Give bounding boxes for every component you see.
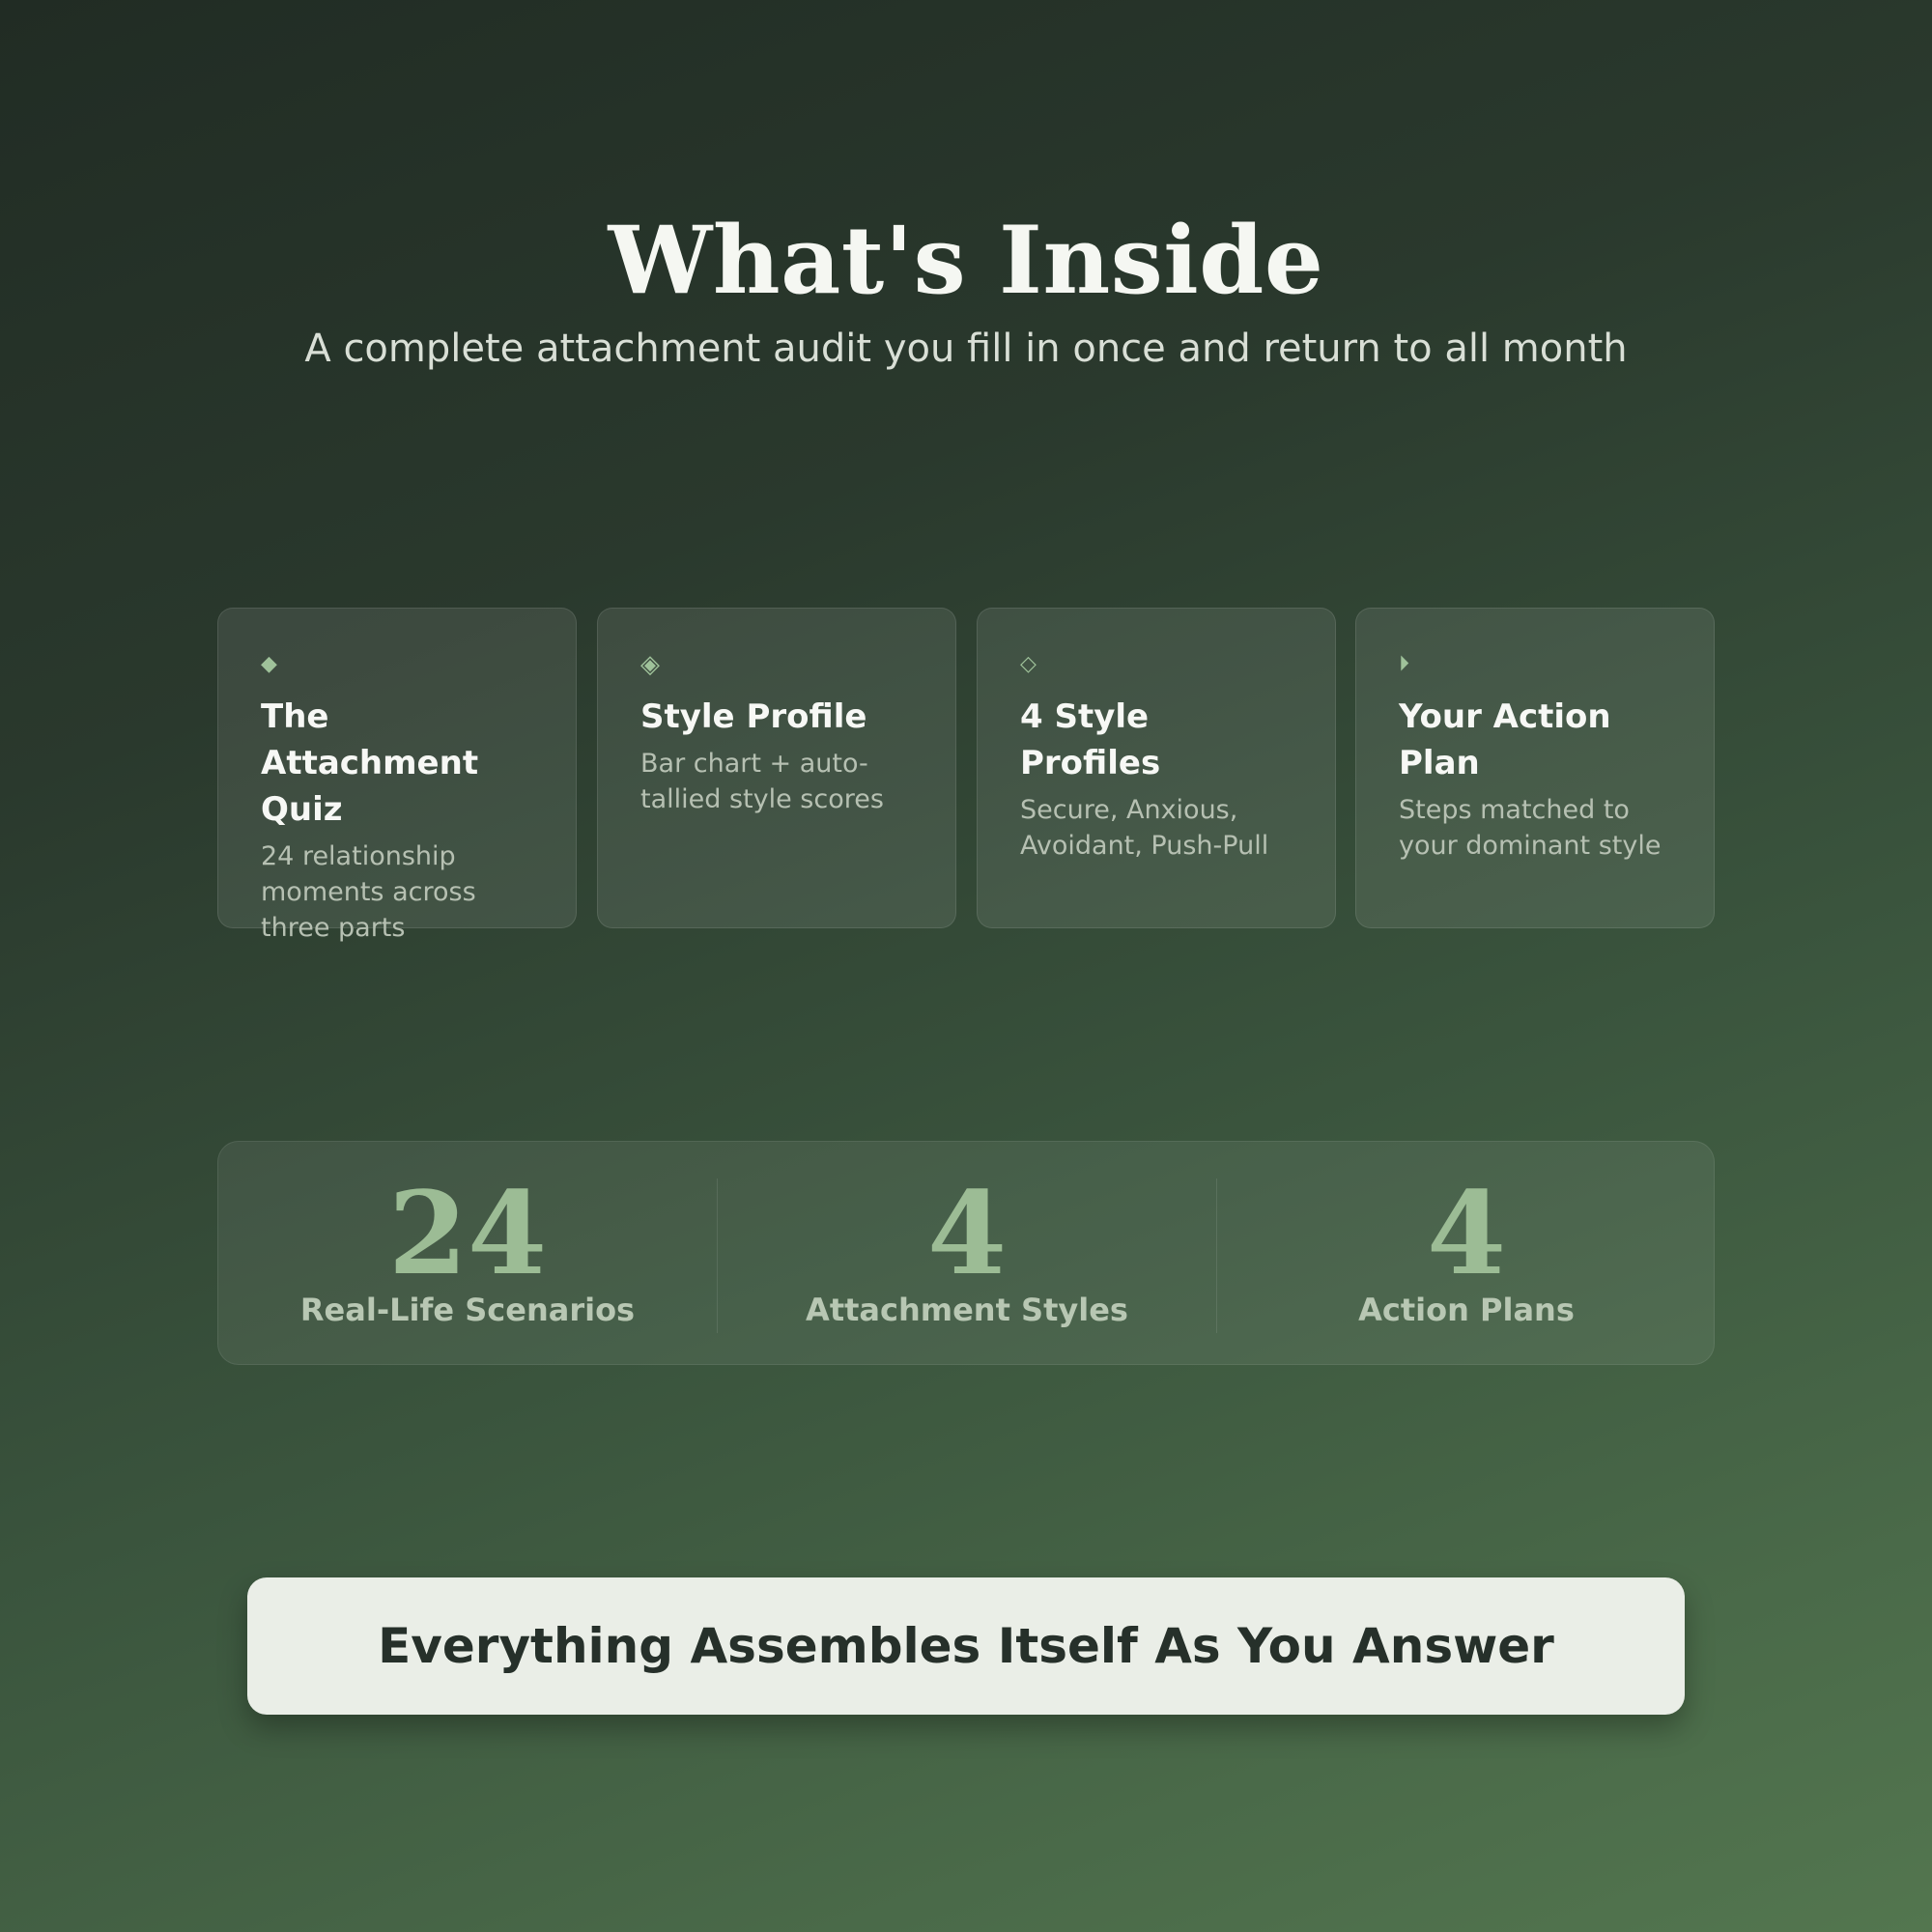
stat-label: Action Plans — [1358, 1292, 1575, 1328]
diamond-icon: ◆ — [261, 652, 277, 676]
stats-panel: 24 Real-Life Scenarios 4 Attachment Styl… — [217, 1141, 1715, 1365]
feature-card-title: The Attachment Quiz — [261, 697, 479, 829]
feature-card-title: Style Profile — [640, 697, 867, 736]
stat-label: Attachment Styles — [806, 1292, 1128, 1328]
stat-attachment-styles: 4 Attachment Styles — [718, 1142, 1216, 1364]
stat-value: 4 — [926, 1166, 1008, 1300]
feature-card-style-profiles: ◇ 4 Style Profiles Secure, Anxious, Avoi… — [977, 608, 1336, 928]
play-icon: ⏵ — [1399, 652, 1410, 676]
feature-card-description: 24 relationship moments across three par… — [261, 841, 476, 943]
feature-card-attachment-quiz: ◆ The Attachment Quiz 24 relationship mo… — [217, 608, 577, 943]
feature-card-action-plan: ⏵ Your Action Plan Steps matched to your… — [1355, 608, 1715, 928]
feature-cards: ◆ The Attachment Quiz 24 relationship mo… — [217, 608, 1715, 943]
stat-label: Real-Life Scenarios — [299, 1292, 636, 1328]
feature-card-title: 4 Style Profiles — [1020, 697, 1161, 782]
feature-card-description: Bar chart + auto-tallied style scores — [640, 749, 884, 814]
diamond-outline-icon: ◇ — [1020, 652, 1037, 676]
feature-card-title: Your Action Plan — [1399, 697, 1611, 782]
stat-scenarios: 24 Real-Life Scenarios — [218, 1142, 717, 1364]
page-title: What's Inside — [608, 206, 1324, 315]
stat-value: 4 — [1426, 1166, 1507, 1300]
page-subtitle: A complete attachment audit you fill in … — [304, 327, 1628, 371]
feature-card-description: Steps matched to your dominant style — [1399, 795, 1662, 861]
stat-value: 24 — [387, 1166, 548, 1300]
cta-banner[interactable]: Everything Assembles Itself As You Answe… — [247, 1577, 1685, 1715]
page: What's Inside A complete attachment audi… — [0, 0, 1932, 1932]
stat-action-plans: 4 Action Plans — [1217, 1142, 1716, 1364]
feature-card-description: Secure, Anxious, Avoidant, Push-Pull — [1020, 795, 1269, 861]
diamond-dot-icon: ◈ — [640, 650, 660, 679]
feature-card-style-profile: ◈ Style Profile Bar chart + auto-tallied… — [597, 608, 956, 928]
